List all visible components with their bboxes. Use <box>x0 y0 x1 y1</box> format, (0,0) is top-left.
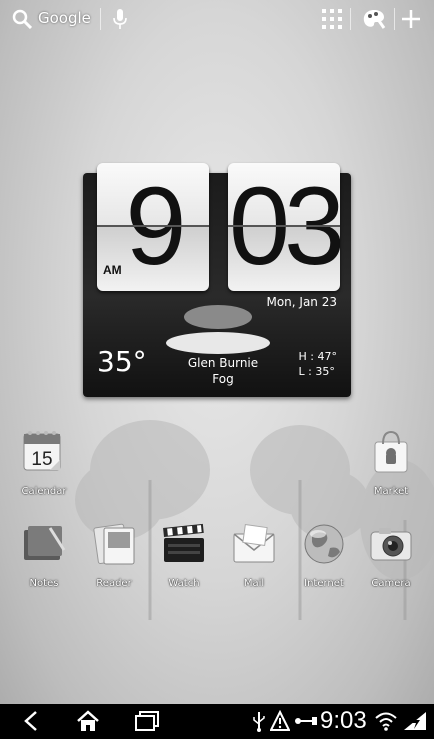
low-temp: L : 35° <box>298 365 335 378</box>
reader-icon <box>93 523 135 565</box>
temperature-label: 35° <box>97 345 147 378</box>
home-icon[interactable] <box>76 710 100 732</box>
app-label: Internet <box>304 578 344 589</box>
high-low-temps: H : 47° L : 35° <box>299 349 337 379</box>
globe-icon <box>304 524 344 564</box>
app-internet[interactable]: Internet <box>286 520 362 589</box>
clock-weather-widget[interactable]: 9 AM 03 Mon, Jan 23 35° Glen Burnie Fog … <box>83 163 351 397</box>
clapperboard-icon <box>163 523 204 562</box>
top-bar: Google <box>0 0 434 38</box>
app-label: Watch <box>168 578 200 589</box>
condition-label: Fog <box>212 372 234 386</box>
microphone-icon[interactable] <box>112 8 128 30</box>
usb-icon <box>253 712 265 732</box>
hour-flip-card: 9 AM <box>97 163 209 291</box>
app-label: Calendar <box>21 486 67 497</box>
clock-minute: 03 <box>228 165 340 288</box>
search-icon[interactable] <box>12 9 32 29</box>
clock-ampm: AM <box>103 263 122 277</box>
date-label: Mon, Jan 23 <box>266 295 337 309</box>
status-clock: 9:03 <box>320 707 367 734</box>
app-label: Notes <box>29 578 59 589</box>
app-drawer-icon[interactable] <box>322 9 342 29</box>
battery-charging-icon <box>404 712 426 730</box>
calendar-icon: 15 <box>23 431 61 471</box>
notes-icon <box>24 526 66 560</box>
fog-weather-icon <box>166 305 270 354</box>
warning-icon <box>270 710 290 731</box>
system-bar: 9:03 <box>0 704 434 739</box>
back-icon[interactable] <box>22 710 40 732</box>
divider <box>100 8 101 30</box>
mail-envelope-icon <box>233 523 275 563</box>
flip-divider <box>228 225 340 227</box>
divider <box>350 8 351 30</box>
divider <box>394 8 395 30</box>
city-label: Glen Burnie <box>187 356 259 370</box>
recent-apps-icon[interactable] <box>134 710 160 732</box>
wifi-icon <box>375 712 397 731</box>
app-camera[interactable]: Camera <box>353 520 429 589</box>
app-label: Market <box>373 486 409 497</box>
app-label: Reader <box>96 578 132 589</box>
google-search-label[interactable]: Google <box>38 9 91 27</box>
flip-divider <box>97 225 209 227</box>
app-calendar[interactable]: 15 Calendar <box>6 428 82 497</box>
debug-connection-icon <box>295 717 317 725</box>
app-mail[interactable]: Mail <box>216 520 292 589</box>
camera-icon <box>370 528 412 561</box>
high-temp: H : 47° <box>298 350 337 363</box>
minute-flip-card: 03 <box>228 163 340 291</box>
app-market[interactable]: Market <box>353 428 429 497</box>
app-notes[interactable]: Notes <box>6 520 82 589</box>
app-label: Camera <box>371 578 411 589</box>
calendar-day: 15 <box>31 449 52 470</box>
market-bag-icon <box>374 430 408 473</box>
add-icon[interactable] <box>400 8 422 30</box>
wallpaper-palette-icon[interactable] <box>362 8 386 30</box>
app-label: Mail <box>243 578 265 589</box>
app-watch[interactable]: Watch <box>146 520 222 589</box>
app-reader[interactable]: Reader <box>76 520 152 589</box>
